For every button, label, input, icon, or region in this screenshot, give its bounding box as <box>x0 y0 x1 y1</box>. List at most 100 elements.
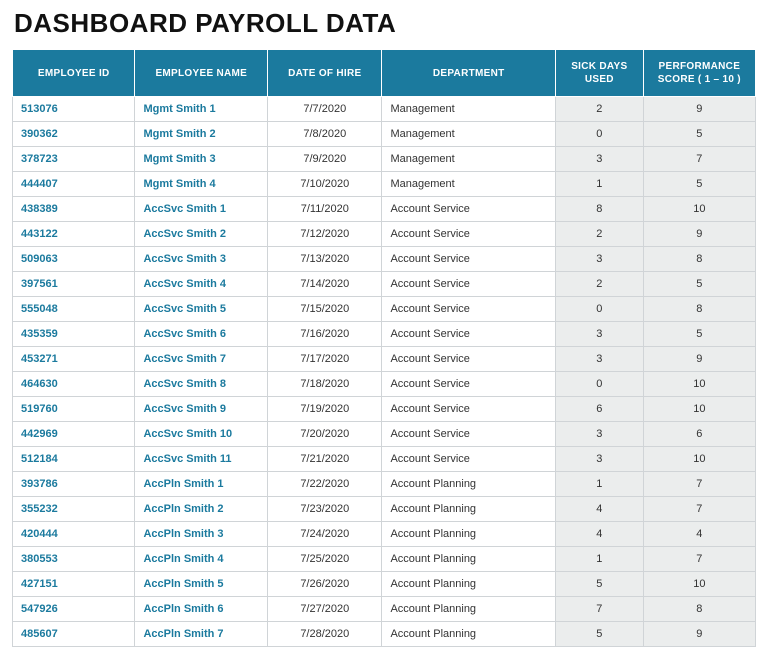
col-header-performance: PERFORMANCE SCORE ( 1 – 10 ) <box>643 50 755 97</box>
cell-department: Account Service <box>382 297 556 322</box>
cell-date-of-hire: 7/14/2020 <box>268 272 382 297</box>
cell-performance: 10 <box>643 572 755 597</box>
cell-date-of-hire: 7/26/2020 <box>268 572 382 597</box>
cell-employee-id: 397561 <box>13 272 135 297</box>
col-header-date-of-hire: DATE OF HIRE <box>268 50 382 97</box>
cell-employee-name: AccPln Smith 5 <box>135 572 268 597</box>
cell-employee-id: 438389 <box>13 197 135 222</box>
cell-department: Account Service <box>382 422 556 447</box>
cell-employee-name: AccSvc Smith 9 <box>135 397 268 422</box>
cell-department: Account Planning <box>382 572 556 597</box>
table-row: 555048AccSvc Smith 57/15/2020Account Ser… <box>13 297 756 322</box>
cell-sick-days: 5 <box>555 622 643 647</box>
cell-sick-days: 1 <box>555 547 643 572</box>
cell-performance: 8 <box>643 247 755 272</box>
cell-sick-days: 3 <box>555 422 643 447</box>
cell-performance: 5 <box>643 122 755 147</box>
cell-sick-days: 2 <box>555 222 643 247</box>
table-row: 443122AccSvc Smith 27/12/2020Account Ser… <box>13 222 756 247</box>
cell-date-of-hire: 7/25/2020 <box>268 547 382 572</box>
table-row: 435359AccSvc Smith 67/16/2020Account Ser… <box>13 322 756 347</box>
cell-sick-days: 3 <box>555 447 643 472</box>
cell-sick-days: 3 <box>555 147 643 172</box>
cell-department: Account Service <box>382 322 556 347</box>
cell-date-of-hire: 7/8/2020 <box>268 122 382 147</box>
table-row: 438389AccSvc Smith 17/11/2020Account Ser… <box>13 197 756 222</box>
cell-employee-name: AccSvc Smith 2 <box>135 222 268 247</box>
table-row: 519760AccSvc Smith 97/19/2020Account Ser… <box>13 397 756 422</box>
cell-date-of-hire: 7/9/2020 <box>268 147 382 172</box>
table-row: 444407Mgmt Smith 47/10/2020Management15 <box>13 172 756 197</box>
cell-performance: 9 <box>643 222 755 247</box>
cell-performance: 7 <box>643 497 755 522</box>
cell-employee-name: AccPln Smith 2 <box>135 497 268 522</box>
cell-department: Account Service <box>382 197 556 222</box>
cell-sick-days: 4 <box>555 497 643 522</box>
cell-department: Account Service <box>382 347 556 372</box>
cell-employee-id: 443122 <box>13 222 135 247</box>
cell-employee-id: 512184 <box>13 447 135 472</box>
cell-department: Management <box>382 147 556 172</box>
cell-department: Management <box>382 122 556 147</box>
cell-performance: 10 <box>643 397 755 422</box>
cell-performance: 7 <box>643 147 755 172</box>
cell-employee-id: 509063 <box>13 247 135 272</box>
cell-department: Account Service <box>382 447 556 472</box>
cell-employee-id: 519760 <box>13 397 135 422</box>
cell-employee-name: AccPln Smith 4 <box>135 547 268 572</box>
cell-performance: 8 <box>643 597 755 622</box>
cell-employee-name: Mgmt Smith 1 <box>135 97 268 122</box>
cell-sick-days: 5 <box>555 572 643 597</box>
table-row: 355232AccPln Smith 27/23/2020Account Pla… <box>13 497 756 522</box>
table-row: 397561AccSvc Smith 47/14/2020Account Ser… <box>13 272 756 297</box>
cell-department: Account Service <box>382 222 556 247</box>
cell-date-of-hire: 7/7/2020 <box>268 97 382 122</box>
cell-sick-days: 6 <box>555 397 643 422</box>
cell-employee-name: Mgmt Smith 3 <box>135 147 268 172</box>
cell-employee-id: 464630 <box>13 372 135 397</box>
cell-date-of-hire: 7/21/2020 <box>268 447 382 472</box>
cell-employee-id: 435359 <box>13 322 135 347</box>
cell-sick-days: 2 <box>555 272 643 297</box>
cell-department: Management <box>382 172 556 197</box>
cell-date-of-hire: 7/19/2020 <box>268 397 382 422</box>
cell-employee-name: AccSvc Smith 1 <box>135 197 268 222</box>
cell-date-of-hire: 7/27/2020 <box>268 597 382 622</box>
cell-date-of-hire: 7/13/2020 <box>268 247 382 272</box>
cell-performance: 5 <box>643 272 755 297</box>
cell-performance: 8 <box>643 297 755 322</box>
cell-department: Account Planning <box>382 597 556 622</box>
cell-sick-days: 3 <box>555 322 643 347</box>
table-row: 393786AccPln Smith 17/22/2020Account Pla… <box>13 472 756 497</box>
cell-employee-name: AccPln Smith 3 <box>135 522 268 547</box>
cell-date-of-hire: 7/12/2020 <box>268 222 382 247</box>
cell-employee-id: 390362 <box>13 122 135 147</box>
cell-date-of-hire: 7/23/2020 <box>268 497 382 522</box>
cell-date-of-hire: 7/24/2020 <box>268 522 382 547</box>
cell-performance: 6 <box>643 422 755 447</box>
cell-employee-id: 453271 <box>13 347 135 372</box>
cell-employee-id: 420444 <box>13 522 135 547</box>
cell-sick-days: 1 <box>555 172 643 197</box>
payroll-table: EMPLOYEE ID EMPLOYEE NAME DATE OF HIRE D… <box>12 49 756 647</box>
col-header-department: DEPARTMENT <box>382 50 556 97</box>
cell-department: Account Planning <box>382 472 556 497</box>
cell-date-of-hire: 7/10/2020 <box>268 172 382 197</box>
cell-sick-days: 0 <box>555 372 643 397</box>
cell-sick-days: 3 <box>555 347 643 372</box>
table-row: 509063AccSvc Smith 37/13/2020Account Ser… <box>13 247 756 272</box>
cell-employee-id: 355232 <box>13 497 135 522</box>
cell-employee-name: AccSvc Smith 11 <box>135 447 268 472</box>
cell-employee-id: 555048 <box>13 297 135 322</box>
cell-performance: 10 <box>643 372 755 397</box>
cell-employee-name: AccPln Smith 1 <box>135 472 268 497</box>
table-row: 378723Mgmt Smith 37/9/2020Management37 <box>13 147 756 172</box>
table-row: 512184AccSvc Smith 117/21/2020Account Se… <box>13 447 756 472</box>
cell-sick-days: 7 <box>555 597 643 622</box>
cell-performance: 10 <box>643 447 755 472</box>
cell-department: Account Service <box>382 247 556 272</box>
cell-date-of-hire: 7/18/2020 <box>268 372 382 397</box>
cell-sick-days: 0 <box>555 122 643 147</box>
cell-department: Account Planning <box>382 497 556 522</box>
cell-employee-name: AccPln Smith 6 <box>135 597 268 622</box>
